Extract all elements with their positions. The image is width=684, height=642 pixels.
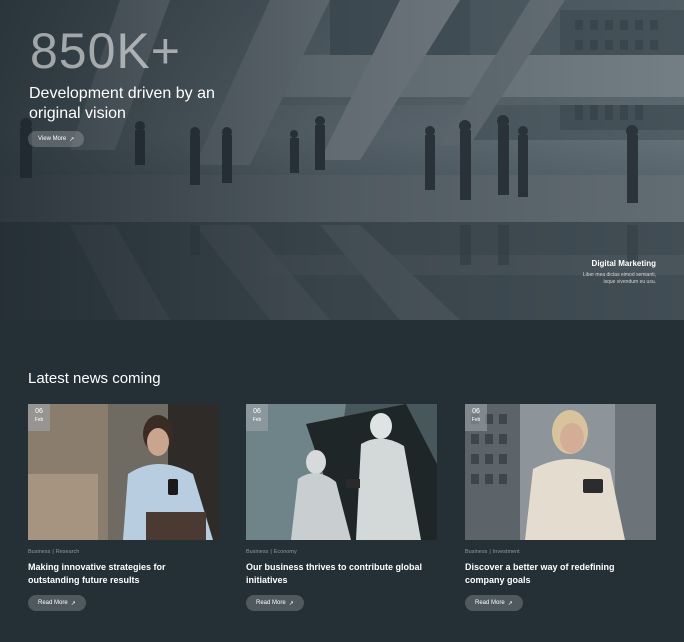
category-link[interactable]: Business [246,549,268,555]
news-card-image[interactable]: 06 Feb [246,404,437,540]
read-more-label: Read More [38,600,68,606]
date-day: 06 [472,408,480,415]
date-badge: 06 Feb [246,404,268,431]
date-month: Feb [34,417,44,423]
view-more-button[interactable]: View More ↗ [28,131,85,147]
category-link[interactable]: Business [465,549,487,555]
news-card[interactable]: 06 Feb Business | Economy Our business thr… [246,404,437,611]
hero-caption-line: Liber mea dictas eimod semianti, [582,272,656,278]
view-more-label: View More [38,136,67,142]
date-day: 06 [35,408,43,415]
news-card-title[interactable]: Discover a better way of redefining comp… [465,561,650,587]
read-more-button[interactable]: Read More ↗ [28,595,86,611]
news-section: Latest news coming 06 Feb Business|Res [0,320,684,642]
news-card-categories: Business | Investment [465,549,656,555]
read-more-button[interactable]: Read More ↗ [465,595,523,611]
hero-caption-text: Liber mea dictas eimod semianti, isque v… [476,272,656,286]
news-card-title[interactable]: Our business thrives to contribute globa… [246,561,431,587]
news-card-categories: Business | Economy [246,549,437,555]
category-separator: | [52,549,54,555]
category-separator: | [270,549,272,555]
category-link[interactable]: Research [56,549,80,555]
news-card[interactable]: 06 Feb Business | Investment Discover a be… [465,404,656,611]
news-card-image[interactable]: 06 Feb [465,404,656,540]
hero-caption-title: Digital Marketing [591,259,656,268]
arrow-up-right-icon: ↗ [69,136,75,143]
news-card-image[interactable]: 06 Feb [28,404,219,540]
hero-caption-line: isque vivendum eu usu. [603,279,656,285]
category-link[interactable]: Business [28,549,50,555]
arrow-up-right-icon: ↗ [288,600,294,607]
hero-heading: Development driven by an original vision [29,85,215,122]
category-link[interactable]: Investment [493,549,520,555]
hero-stat-number: 850K+ [30,23,181,79]
arrow-up-right-icon: ↗ [70,600,76,607]
news-card[interactable]: 06 Feb Business | Research Making innovati… [28,404,219,611]
arrow-up-right-icon: ↗ [507,600,513,607]
news-card-title[interactable]: Making innovative strategies for outstan… [28,561,213,587]
category-separator: | [489,549,491,555]
category-link[interactable]: Economy [274,549,297,555]
hero-caption: Digital Marketing Liber mea dictas eimod… [476,259,656,286]
hero-section: 850K+ Development driven by an original … [0,0,684,320]
news-section-title: Latest news coming [28,370,161,387]
read-more-label: Read More [256,600,286,606]
read-more-button[interactable]: Read More ↗ [246,595,304,611]
date-month: Feb [471,417,481,423]
date-badge: 06 Feb [28,404,50,431]
date-badge: 06 Feb [465,404,487,431]
date-day: 06 [253,408,261,415]
read-more-label: Read More [475,600,505,606]
news-card-categories: Business | Research [28,549,219,555]
date-month: Feb [252,417,262,423]
